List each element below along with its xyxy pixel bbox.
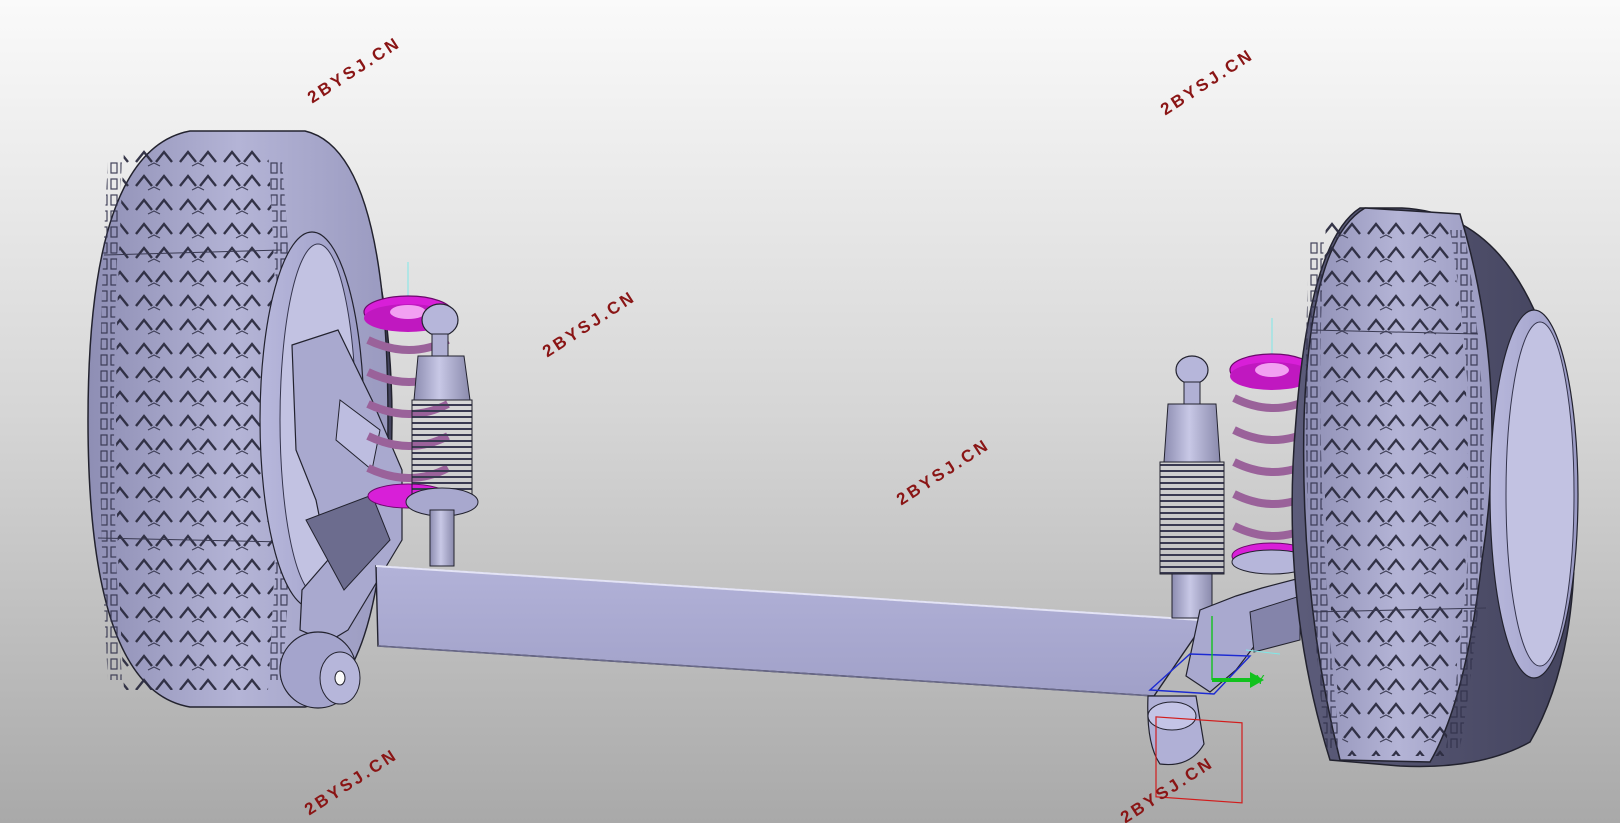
- suspension-assembly-model[interactable]: [0, 0, 1620, 823]
- left-shock-absorber[interactable]: [405, 303, 479, 567]
- right-wheel[interactable]: [1291, 207, 1579, 768]
- cad-3d-viewport[interactable]: Y 2BYSJ.CN 2BYSJ.CN 2BYSJ.CN 2BYSJ.CN 2B…: [0, 0, 1620, 823]
- right-shock-absorber[interactable]: [1159, 355, 1225, 619]
- axle-beam[interactable]: [375, 565, 1203, 697]
- triad-y-label: Y: [1256, 672, 1265, 687]
